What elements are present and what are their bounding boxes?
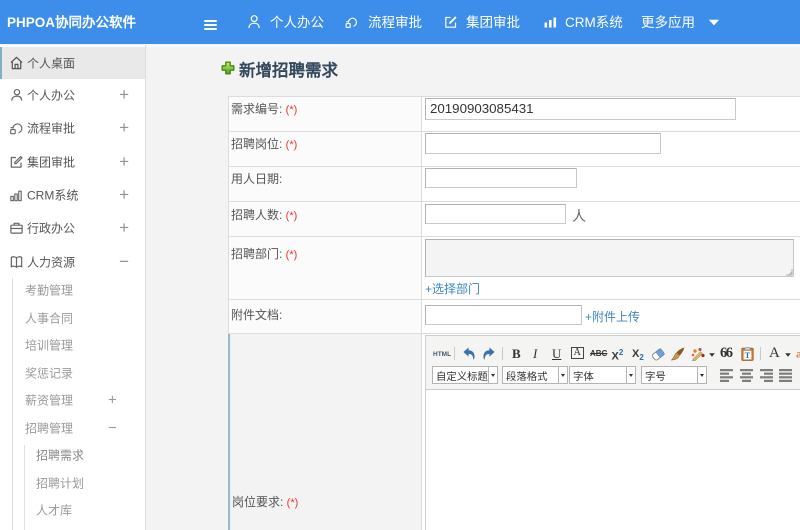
svg-text:a: a <box>796 347 800 360</box>
svg-text:T: T <box>745 349 751 359</box>
